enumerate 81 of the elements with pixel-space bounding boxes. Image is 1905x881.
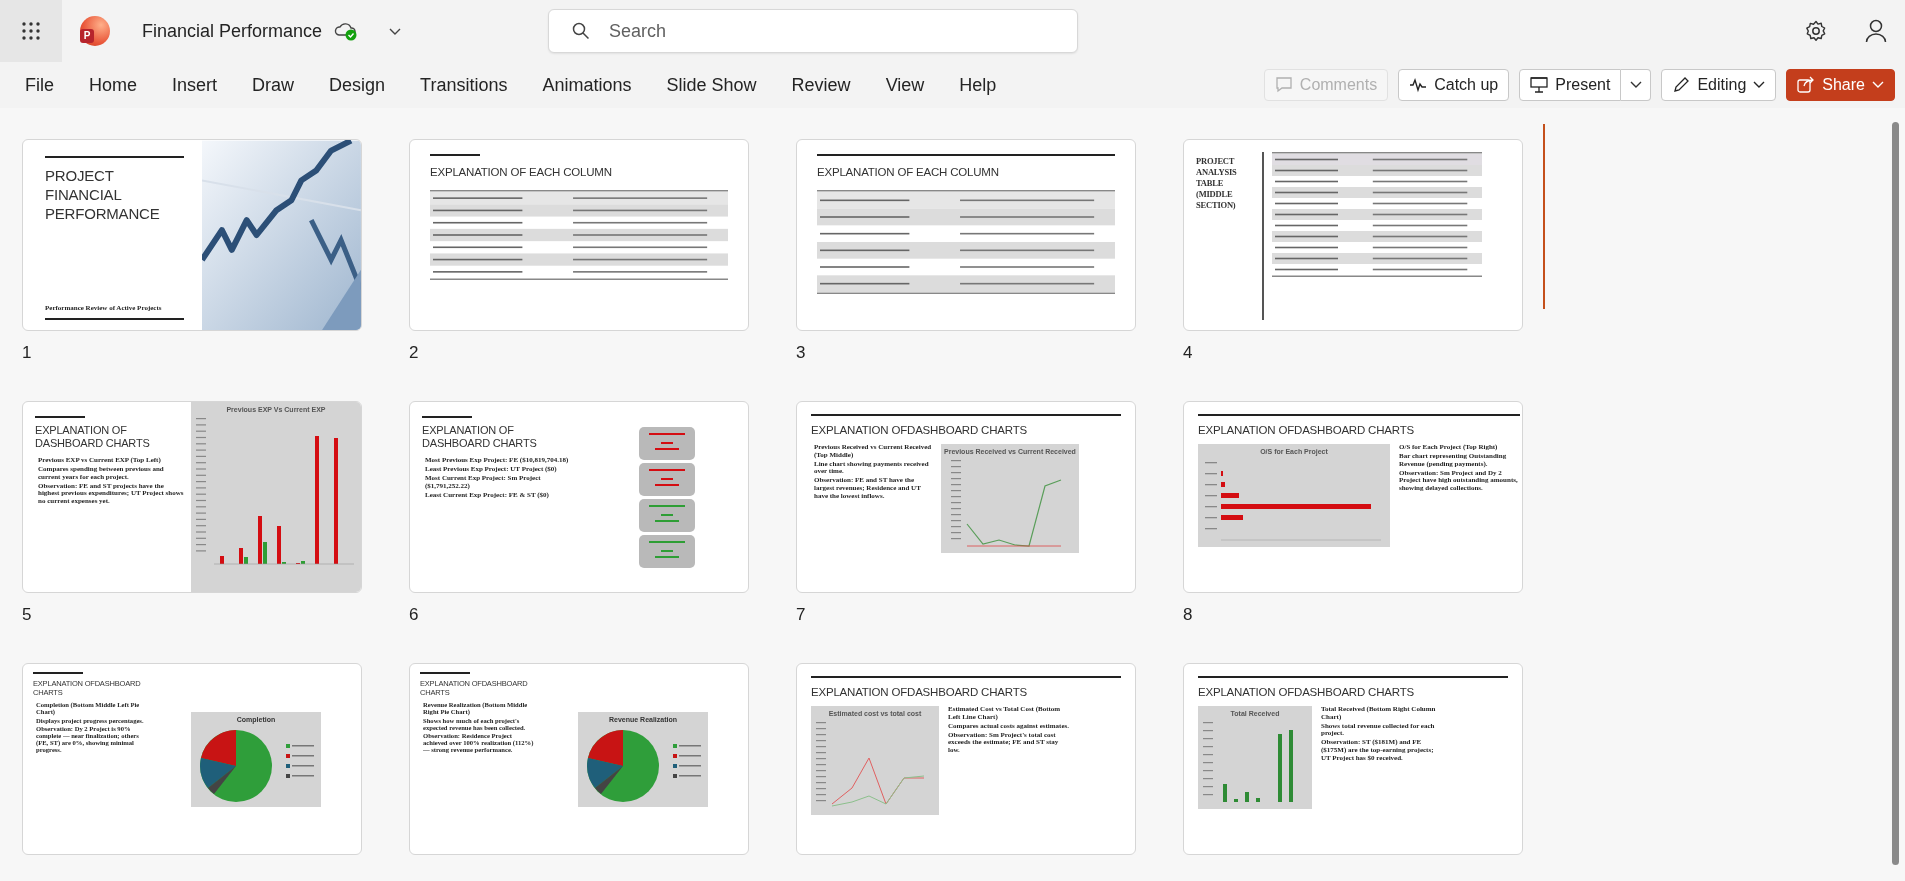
app-logo: P	[80, 16, 110, 46]
menu-tab[interactable]: Slide Show	[651, 68, 772, 102]
legend-drawing	[673, 743, 701, 778]
slide-thumbnail[interactable]	[796, 663, 1136, 855]
menu-tab[interactable]: Insert	[157, 68, 233, 102]
search-icon	[572, 22, 591, 40]
menu-tab[interactable]: Transitions	[405, 68, 523, 102]
comment-icon	[1274, 76, 1293, 94]
menu-tab[interactable]: View	[870, 68, 940, 102]
bar	[1223, 784, 1227, 802]
menu-tab[interactable]: File	[10, 68, 69, 102]
slide-title: EXPLANATION OF EACH COLUMN	[430, 166, 613, 178]
slide-thumbnail[interactable]	[22, 663, 362, 855]
slide-number: 7	[796, 605, 806, 625]
bar	[1289, 730, 1293, 802]
axis-labels	[1205, 462, 1217, 530]
bar	[1221, 493, 1239, 498]
slide-thumbnail[interactable]	[796, 401, 1136, 593]
menu-tab[interactable]: Animations	[527, 68, 647, 102]
account-icon[interactable]	[1865, 19, 1887, 43]
scrollbar-thumb[interactable]	[1892, 122, 1899, 865]
slide-title: EXPLANATION OFDASHBOARD CHARTS	[811, 686, 1028, 698]
slide-title: PROJECT ANALYSIS TABLE (MIDDLE SECTION)	[1196, 156, 1238, 212]
slide-number: 6	[409, 605, 419, 625]
menu-tab[interactable]: Review	[776, 68, 866, 102]
document-title: Financial Performance	[142, 20, 323, 42]
bar	[1245, 792, 1249, 802]
bar	[1221, 515, 1243, 520]
chevron-down-icon	[1753, 81, 1766, 89]
slide-title: EXPLANATION OFDASHBOARD CHARTS	[811, 424, 1028, 436]
pencil-icon	[1672, 76, 1691, 94]
slide-number: 8	[1183, 605, 1193, 625]
cloud-saved-icon	[334, 20, 359, 42]
present-button[interactable]: Present	[1519, 69, 1622, 101]
slide-thumbnail[interactable]	[22, 401, 362, 593]
slide-title: EXPLANATION OFDASHBOARD CHARTS	[1198, 686, 1415, 698]
slide-thumbnail[interactable]	[409, 663, 749, 855]
bar	[1278, 734, 1282, 802]
present-options-button[interactable]	[1621, 69, 1652, 101]
chevron-down-icon	[1629, 81, 1642, 89]
slide-thumbnail[interactable]	[1183, 663, 1523, 855]
stat-card	[639, 426, 695, 460]
slide-number: 4	[1183, 343, 1193, 363]
bar	[1234, 799, 1238, 802]
slide-title: EXPLANATION OF DASHBOARD CHARTS	[422, 424, 538, 450]
slide-thumbnail[interactable]	[409, 401, 749, 593]
stat-card	[639, 534, 695, 568]
slide-thumbnail[interactable]: EXPLANATION OF EACH COLUMN	[796, 139, 1136, 331]
slide-number: 5	[22, 605, 32, 625]
menu-tab[interactable]: Draw	[237, 68, 310, 102]
slide-title: PROJECT FINANCIAL PERFORMANCE	[45, 166, 161, 223]
activity-icon	[1409, 76, 1428, 94]
slide-number: 1	[22, 343, 32, 363]
share-icon	[1797, 76, 1816, 94]
editing-button[interactable]: Editing	[1661, 69, 1777, 101]
slide-title: EXPLANATION OF EACH COLUMN	[817, 166, 1000, 178]
app-launcher-button[interactable]	[0, 0, 62, 62]
menu-tab[interactable]: Home	[74, 68, 153, 102]
slide-number: 3	[796, 343, 806, 363]
stat-card	[639, 498, 695, 532]
stat-card	[639, 462, 695, 496]
slide-thumbnail[interactable]: EXPLANATION OF EACH COLUMN	[409, 139, 749, 331]
slide-thumbnail[interactable]: PROJECT ANALYSIS TABLE (MIDDLE SECTION)	[1183, 139, 1523, 331]
catchup-button[interactable]: Catch up	[1398, 69, 1510, 101]
slide-title: EXPLANATION OF DASHBOARD CHARTS	[35, 424, 151, 450]
chevron-down-icon	[1872, 81, 1884, 89]
bar	[1256, 798, 1260, 802]
grid-icon	[22, 22, 40, 40]
chevron-down-icon[interactable]	[388, 26, 403, 36]
legend-drawing	[286, 743, 314, 778]
bar	[1221, 482, 1225, 487]
bar	[220, 556, 224, 564]
menu-tab[interactable]: Help	[944, 68, 1012, 102]
slide-number: 2	[409, 343, 419, 363]
projector-icon	[1530, 76, 1549, 94]
slide-title: EXPLANATION OFDASHBOARD CHARTS	[1198, 424, 1415, 436]
share-button[interactable]: Share	[1786, 69, 1895, 101]
menu-tab[interactable]: Design	[314, 68, 401, 102]
slide-thumbnail[interactable]	[1183, 401, 1523, 593]
search-field[interactable]: Search	[548, 9, 1079, 53]
settings-icon[interactable]	[1805, 20, 1827, 42]
